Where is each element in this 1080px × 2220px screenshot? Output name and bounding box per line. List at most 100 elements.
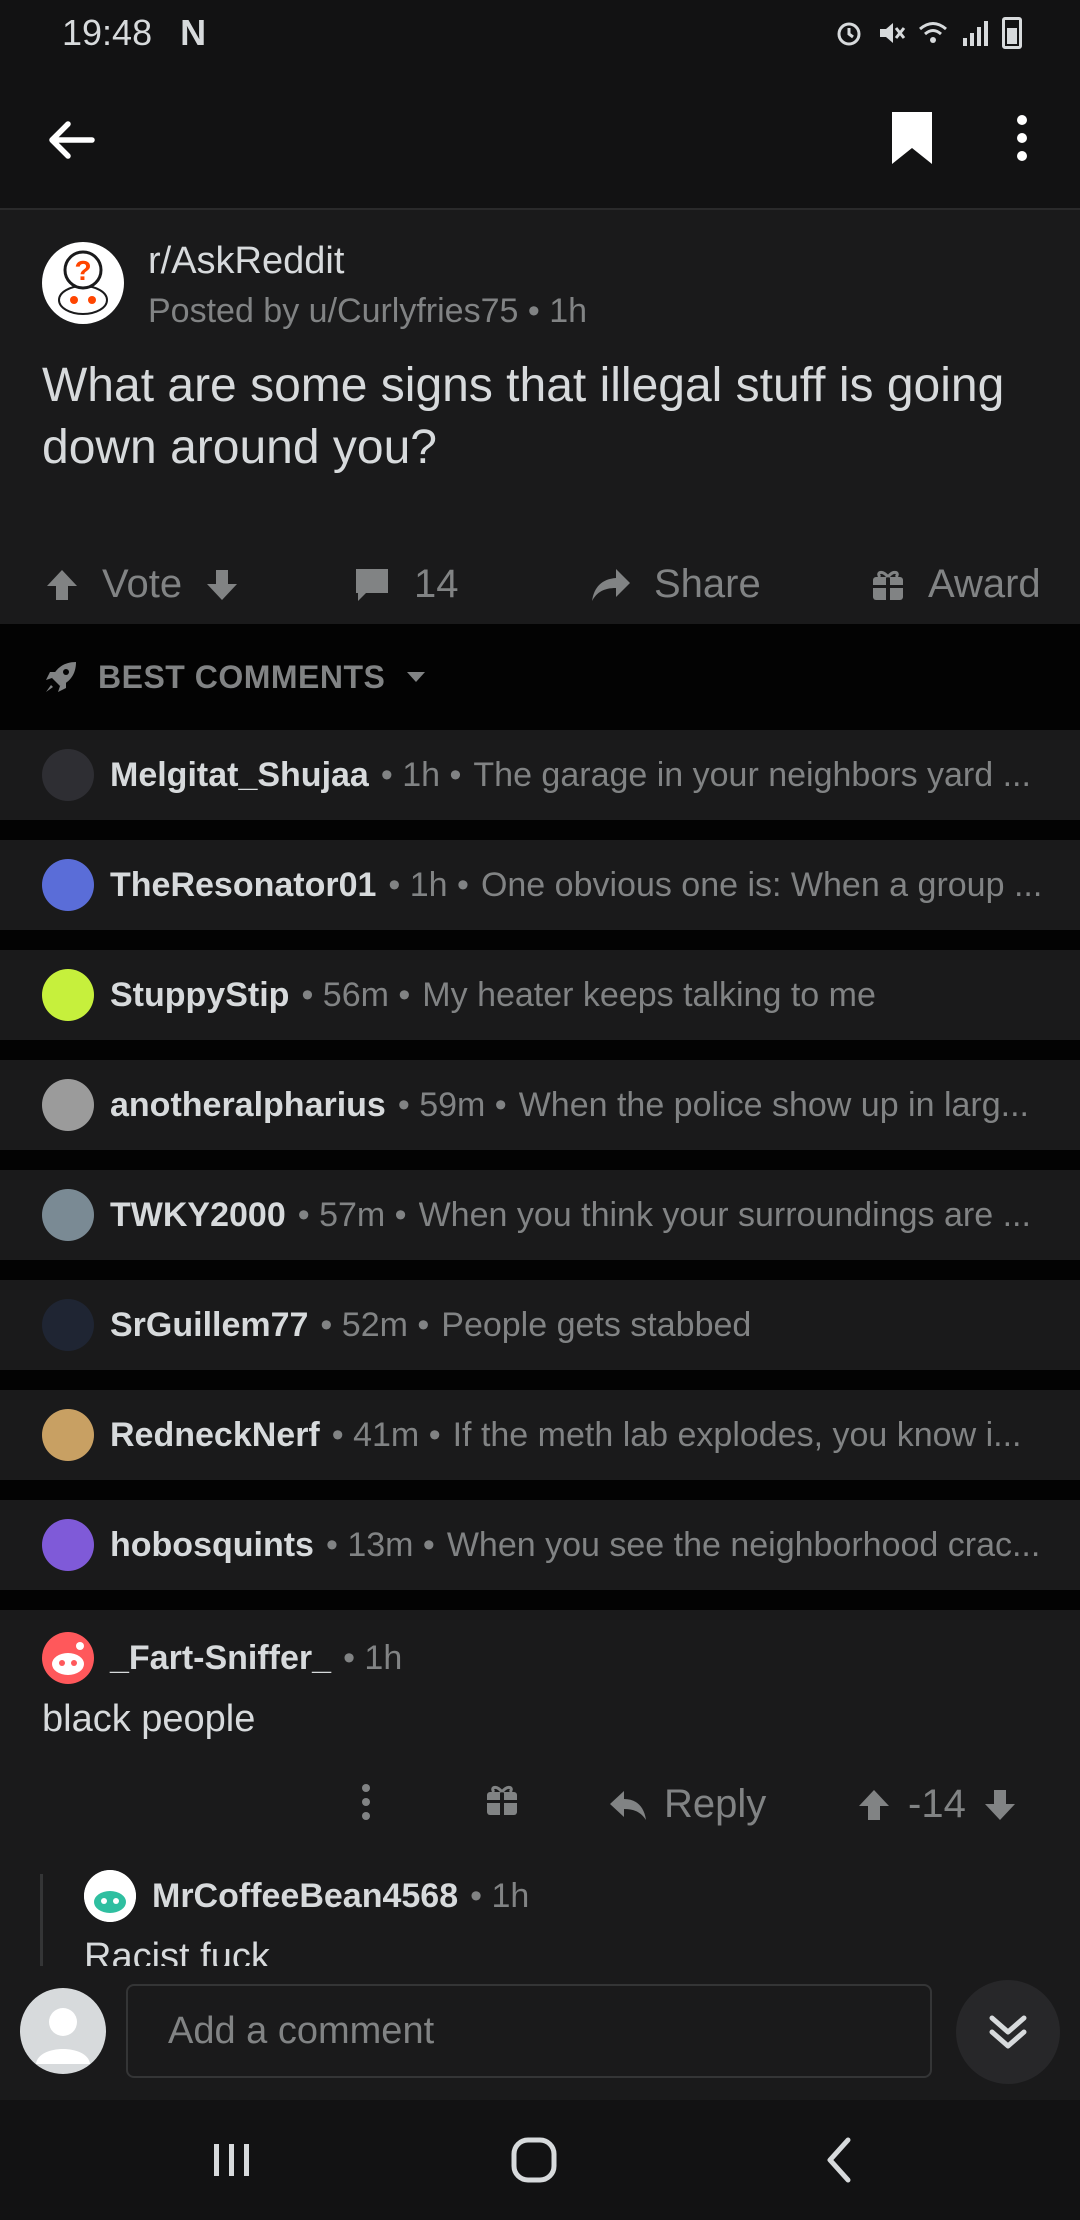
svg-text:?: ?: [74, 255, 91, 286]
comment-age: • 52m •: [320, 1305, 430, 1344]
next-comment-button[interactable]: [956, 1980, 1060, 2084]
user-avatar: [42, 1409, 94, 1461]
collapsed-comment[interactable]: TheResonator01 • 1h • One obvious one is…: [0, 840, 1080, 930]
comment-username: RedneckNerf: [110, 1415, 320, 1454]
comment-score: -14: [908, 1782, 966, 1826]
more-options-icon: [362, 1784, 370, 1820]
bookmark-icon[interactable]: [882, 108, 942, 168]
subreddit-avatar[interactable]: ?: [42, 242, 124, 324]
comment-preview: When you see the neighborhood crac...: [446, 1525, 1041, 1564]
comment-age: • 1h: [343, 1638, 403, 1677]
add-comment-input[interactable]: Add a comment: [126, 1984, 932, 2078]
comment-username: SrGuillem77: [110, 1305, 309, 1344]
gift-icon: [873, 570, 903, 600]
comment-preview: When the police show up in larg...: [518, 1085, 1029, 1124]
divider: [0, 1040, 1080, 1060]
upvote-icon[interactable]: [44, 567, 80, 603]
award-button[interactable]: Award: [870, 562, 1041, 607]
comment-username: StuppyStip: [110, 975, 290, 1014]
reply-label: Reply: [664, 1782, 767, 1826]
comment-preview: People gets stabbed: [441, 1305, 752, 1344]
user-avatar[interactable]: [42, 1632, 94, 1684]
chevron-down-icon: [407, 672, 426, 682]
downvote-icon[interactable]: [204, 567, 240, 603]
subreddit-name[interactable]: r/AskReddit: [148, 240, 344, 283]
notification-icon: N: [180, 12, 207, 53]
posted-by[interactable]: Posted by u/Curlyfries75 • 1h: [148, 292, 587, 331]
user-avatar: [42, 749, 94, 801]
reply-icon: [610, 1790, 646, 1820]
comment-header: MrCoffeeBean4568 • 1h: [84, 1870, 529, 1922]
user-avatar[interactable]: [84, 1870, 136, 1922]
status-bar: 19:48 N: [0, 0, 1080, 66]
share-icon: [592, 568, 630, 601]
user-avatar: [42, 969, 94, 1021]
divider: [0, 930, 1080, 950]
comment-age: • 59m •: [397, 1085, 507, 1124]
downvote-icon[interactable]: [982, 1787, 1018, 1823]
comment-age: • 1h •: [388, 865, 469, 904]
post-toolbar: [0, 66, 1080, 210]
comments-button[interactable]: 14: [352, 562, 459, 607]
rocket-icon: [46, 662, 76, 692]
comment-username[interactable]: MrCoffeeBean4568: [152, 1877, 458, 1916]
collapsed-comment[interactable]: SrGuillem77 • 52m • People gets stabbed: [0, 1280, 1080, 1370]
recent-apps-icon[interactable]: [202, 2130, 262, 2190]
comment-preview: One obvious one is: When a group ...: [480, 865, 1043, 904]
thread-line[interactable]: [40, 1874, 43, 1970]
comment-username[interactable]: _Fart-Sniffer_: [110, 1639, 331, 1678]
comment-composer: Add a comment: [0, 1966, 1080, 2100]
comment-award-button[interactable]: [484, 1782, 520, 1818]
post: ? r/AskReddit Posted by u/Curlyfries75 •…: [0, 210, 1080, 624]
post-title: What are some signs that illegal stuff i…: [42, 359, 1005, 474]
comment-preview: The garage in your neighbors yard ...: [473, 755, 1031, 794]
back-icon[interactable]: [810, 2130, 870, 2190]
user-avatar: [42, 1079, 94, 1131]
system-nav-bar: [0, 2100, 1080, 2220]
post-actions: Vote 14 Share Award: [0, 550, 1080, 624]
comment-preview: My heater keeps talking to me: [422, 975, 876, 1014]
comment-age: • 57m •: [297, 1195, 407, 1234]
comment-username: TWKY2000: [110, 1195, 286, 1234]
signal-icon: [963, 21, 988, 46]
reply-button[interactable]: Reply: [608, 1782, 766, 1827]
comment-age: • 13m •: [325, 1525, 435, 1564]
collapsed-comment[interactable]: Melgitat_Shujaa • 1h • The garage in you…: [0, 730, 1080, 820]
comment-count: 14: [414, 562, 459, 606]
comment-actions: Reply -14: [0, 1762, 1080, 1852]
divider: [0, 1590, 1080, 1610]
mute-icon: [880, 23, 906, 43]
comment-header: _Fart-Sniffer_ • 1h: [42, 1632, 402, 1684]
home-icon[interactable]: [504, 2130, 564, 2190]
comment-more-button[interactable]: [360, 1782, 372, 1822]
divider: [0, 820, 1080, 840]
share-button[interactable]: Share: [590, 562, 761, 607]
back-arrow-icon[interactable]: [42, 110, 102, 170]
upvote-icon[interactable]: [856, 1787, 892, 1823]
comment-username: anotheralpharius: [110, 1085, 386, 1124]
share-label: Share: [654, 562, 761, 606]
user-avatar: [42, 1519, 94, 1571]
comment-preview: When you think your surroundings are ...: [418, 1195, 1031, 1234]
comment-age: • 56m •: [301, 975, 411, 1014]
user-avatar: [42, 1189, 94, 1241]
vote-control: Vote: [44, 562, 240, 607]
wifi-icon: [919, 22, 947, 43]
collapsed-comment[interactable]: anotheralpharius • 59m • When the police…: [0, 1060, 1080, 1150]
reply-comment: MrCoffeeBean4568 • 1h Racist fuck: [0, 1840, 1080, 1970]
more-options-icon[interactable]: [992, 108, 1052, 168]
collapsed-comment[interactable]: hobosquints • 13m • When you see the nei…: [0, 1500, 1080, 1590]
collapsed-comment[interactable]: TWKY2000 • 57m • When you think your sur…: [0, 1170, 1080, 1260]
my-avatar[interactable]: [20, 1988, 106, 2074]
comment-username: hobosquints: [110, 1525, 314, 1564]
sort-label: BEST COMMENTS: [98, 658, 386, 695]
gift-icon: [487, 1785, 517, 1815]
collapsed-comment[interactable]: StuppyStip • 56m • My heater keeps talki…: [0, 950, 1080, 1040]
comment-sort-bar[interactable]: BEST COMMENTS: [0, 624, 1080, 730]
collapsed-comment[interactable]: RedneckNerf • 41m • If the meth lab expl…: [0, 1390, 1080, 1480]
divider: [0, 1150, 1080, 1170]
comment-icon: [356, 568, 388, 601]
comment-vote-control: -14: [856, 1782, 1018, 1827]
comment-body: black people: [42, 1698, 256, 1740]
divider: [0, 1370, 1080, 1390]
